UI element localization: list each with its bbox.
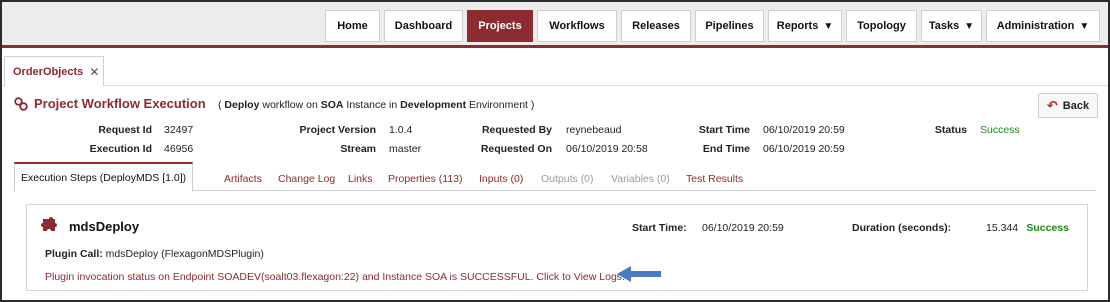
nav-pipelines[interactable]: Pipelines [695, 10, 764, 42]
plugin-call: Plugin Call: mdsDeploy (FlexagonMDSPlugi… [45, 248, 264, 260]
start-time-value: 06/10/2019 20:59 [763, 124, 845, 136]
nav-topology[interactable]: Topology [846, 10, 917, 42]
nav-projects[interactable]: Projects [467, 10, 533, 42]
chevron-down-icon: ▼ [1079, 20, 1090, 32]
nav-home[interactable]: Home [325, 10, 380, 42]
back-button-label: Back [1062, 99, 1090, 112]
page-header: Project Workflow Execution [14, 96, 206, 111]
workflow-gears-icon [14, 96, 28, 111]
requested-on-label: Requested On [480, 143, 552, 155]
puzzle-piece-icon [41, 217, 57, 231]
status-badge: Success [980, 124, 1020, 136]
status-label: Status [934, 124, 967, 136]
tab-outputs: Outputs (0) [541, 173, 594, 185]
plugin-call-label: Plugin Call: [45, 248, 103, 260]
chevron-down-icon: ▼ [964, 20, 975, 32]
top-navigation-bar: Home Dashboard Projects Workflows Releas… [2, 2, 1108, 48]
nav-dashboard[interactable]: Dashboard [384, 10, 463, 42]
step-duration-label: Duration (seconds): [852, 222, 952, 234]
tab-artifacts[interactable]: Artifacts [224, 173, 262, 185]
request-id-label: Request Id [98, 124, 152, 136]
nav-tasks[interactable]: Tasks ▼ [921, 10, 982, 42]
request-id-value: 32497 [164, 124, 194, 136]
close-icon[interactable]: ✕ [89, 65, 99, 79]
plugin-call-value: mdsDeploy (FlexagonMDSPlugin) [105, 248, 264, 260]
page-subtitle: ( Deploy workflow on SOA Instance in Dev… [218, 99, 535, 111]
tab-variables: Variables (0) [611, 173, 670, 185]
requested-by-label: Requested By [481, 124, 552, 136]
project-version-value: 1.0.4 [389, 124, 413, 136]
step-panel: mdsDeploy Start Time: 06/10/2019 20:59 D… [26, 204, 1088, 291]
project-version-label: Project Version [299, 124, 376, 136]
execution-tabs: Execution Steps (DeployMDS [1.0]) Artifa… [14, 162, 1096, 192]
end-time-label: End Time [702, 143, 750, 155]
nav-workflows[interactable]: Workflows [537, 10, 617, 42]
tab-execution-steps[interactable]: Execution Steps (DeployMDS [1.0]) [14, 162, 194, 192]
requested-on-value: 06/10/2019 20:58 [566, 143, 648, 155]
stream-value: master [389, 143, 422, 155]
page-title: Project Workflow Execution [34, 96, 206, 111]
view-logs-link[interactable]: Plugin invocation status on Endpoint SOA… [45, 271, 625, 283]
requested-by-value: reynebeaud [566, 124, 622, 136]
chevron-down-icon: ▼ [823, 20, 834, 32]
step-start-time-label: Start Time: [632, 222, 687, 234]
execution-id-label: Execution Id [89, 143, 152, 155]
tab-links[interactable]: Links [348, 173, 373, 185]
tab-orderobjects[interactable]: OrderObjects ✕ [4, 56, 104, 87]
step-name: mdsDeploy [69, 219, 140, 234]
object-tab-strip: OrderObjects ✕ [2, 51, 1108, 87]
execution-id-value: 46956 [164, 143, 194, 155]
tab-inputs[interactable]: Inputs (0) [479, 173, 523, 185]
tab-properties[interactable]: Properties (113) [388, 173, 463, 185]
tab-change-log[interactable]: Change Log [278, 173, 335, 185]
stream-label: Stream [340, 143, 376, 155]
step-status-badge: Success [1026, 222, 1069, 234]
step-start-time-value: 06/10/2019 20:59 [702, 222, 784, 234]
start-time-label: Start Time [698, 124, 750, 136]
back-arrow-icon: ↶ [1046, 97, 1058, 113]
step-duration-value: 15.344 [986, 222, 1019, 234]
app-window: Home Dashboard Projects Workflows Releas… [0, 0, 1110, 302]
end-time-value: 06/10/2019 20:59 [763, 143, 845, 155]
tab-test-results[interactable]: Test Results [686, 173, 743, 185]
arrow-left-icon [617, 266, 661, 282]
nav-releases[interactable]: Releases [621, 10, 691, 42]
back-button[interactable]: ↶ Back [1038, 93, 1098, 118]
tab-orderobjects-label: OrderObjects [13, 65, 84, 78]
nav-reports[interactable]: Reports ▼ [768, 10, 842, 42]
nav-administration[interactable]: Administration ▼ [986, 10, 1100, 42]
